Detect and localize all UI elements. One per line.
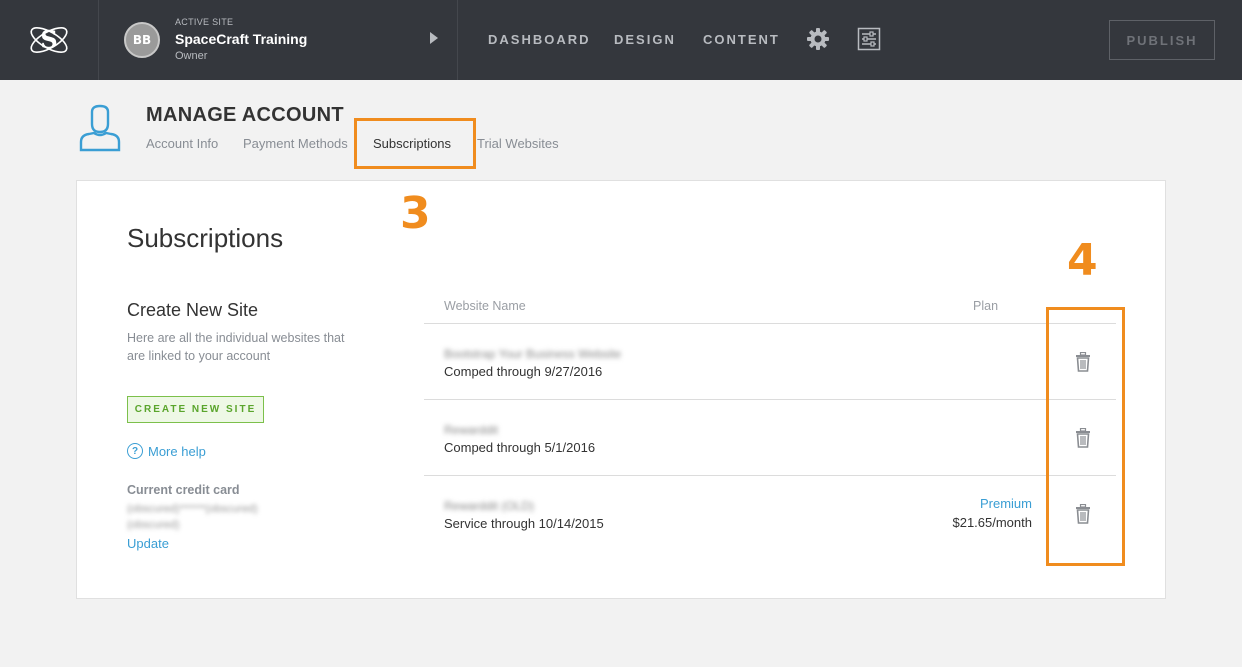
create-new-site-heading: Create New Site — [127, 300, 259, 320]
site-role: Owner — [175, 50, 208, 62]
credit-card-value: (obscured)******(obscured) (obscured) — [127, 503, 258, 531]
create-new-site-button[interactable]: CREATE NEW SITE — [127, 396, 264, 423]
update-card-link[interactable]: Update — [127, 536, 169, 551]
question-icon: ? — [127, 443, 143, 459]
table-row: Bootstrap Your Business Website Comped t… — [424, 323, 1116, 399]
subscriptions-panel: Subscriptions Create New Site Here are a… — [76, 180, 1166, 599]
settings-sliders-icon[interactable] — [856, 26, 882, 52]
callout-number-3: 3 — [400, 188, 431, 239]
create-new-site-description: Here are all the individual websites tha… — [127, 331, 345, 363]
website-name: Rewarddit — [444, 423, 499, 437]
tab-trial-websites[interactable]: Trial Websites — [477, 136, 559, 151]
nav-dashboard[interactable]: DASHBOARD — [488, 32, 591, 47]
top-bar: S BB ACTIVE SITE SpaceCraft Training Own… — [0, 0, 1242, 80]
table-row: Rewarddit Comped through 5/1/2016 — [424, 399, 1116, 475]
website-name: Bootstrap Your Business Website — [444, 347, 622, 361]
callout-box-delete-icons — [1046, 307, 1125, 566]
page-title: MANAGE ACCOUNT — [146, 104, 344, 126]
subscription-status: Comped through 5/1/2016 — [444, 440, 596, 455]
tab-payment-methods[interactable]: Payment Methods — [243, 136, 348, 151]
active-site-label: ACTIVE SITE — [175, 17, 234, 27]
credit-card-label: Current credit card — [127, 483, 240, 497]
subscription-status: Service through 10/14/2015 — [444, 516, 604, 531]
website-name: Rewarddit (OLD) — [444, 499, 535, 513]
tab-account-info[interactable]: Account Info — [146, 136, 218, 151]
column-header-website-name: Website Name — [444, 299, 526, 313]
panel-title: Subscriptions — [127, 223, 284, 253]
logo[interactable]: S — [0, 0, 99, 80]
atom-logo-icon: S — [30, 25, 68, 54]
avatar: BB — [124, 22, 160, 58]
publish-button[interactable]: PUBLISH — [1109, 20, 1215, 60]
callout-number-4: 4 — [1067, 235, 1098, 286]
nav-content[interactable]: CONTENT — [703, 32, 780, 47]
column-header-plan: Plan — [973, 299, 999, 313]
user-account-icon — [79, 104, 121, 152]
site-name: SpaceCraft Training — [175, 31, 308, 47]
active-site-selector[interactable]: BB ACTIVE SITE SpaceCraft Training Owner — [99, 0, 458, 80]
plan-name-link[interactable]: Premium — [952, 496, 1032, 511]
plan-cell: Premium $21.65/month — [952, 496, 1032, 530]
logo-letter: S — [40, 25, 57, 54]
callout-box-subscriptions-tab — [354, 118, 476, 169]
gear-icon[interactable] — [805, 26, 831, 52]
table-row: Rewarddit (OLD) Service through 10/14/20… — [424, 475, 1116, 551]
more-help-label: More help — [148, 443, 206, 459]
more-help-link[interactable]: ? More help — [127, 443, 206, 459]
subscription-status: Comped through 9/27/2016 — [444, 364, 603, 379]
plan-price: $21.65/month — [952, 515, 1032, 530]
play-arrow-icon[interactable] — [430, 32, 438, 44]
nav-design[interactable]: DESIGN — [614, 32, 676, 47]
